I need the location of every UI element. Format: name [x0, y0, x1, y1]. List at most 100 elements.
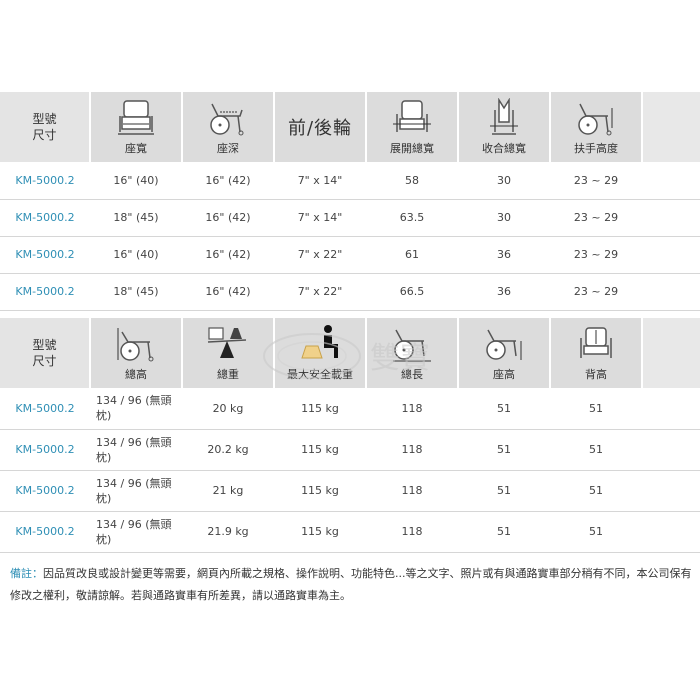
seat-width-icon	[118, 100, 154, 135]
seat-height-cell: 51	[458, 429, 550, 471]
back-height-cell: 51	[550, 511, 642, 553]
disclaimer-note: 備註：因品質改良或設計變更等需要，網頁內所載之規格、操作說明、功能特色...等之…	[10, 563, 694, 607]
wheels-cell: 7" x 14"	[274, 199, 366, 237]
model-cell: KM-5000.2	[0, 162, 90, 200]
open-width-cell: 66.5	[366, 273, 458, 311]
armrest-height-cell: 23 ~ 29	[550, 236, 642, 274]
folded-width-cell: 30	[458, 199, 550, 237]
seat-width-cell: 16" (40)	[90, 236, 182, 274]
column-label: 扶手高度	[574, 142, 618, 155]
total-height-cell: 134 / 96 (無頭枕)	[90, 429, 182, 471]
column-label: 最大安全載重	[287, 368, 353, 381]
column-label: 座寬	[125, 142, 147, 155]
seat-height-cell: 51	[458, 511, 550, 553]
model-cell: KM-5000.2	[0, 511, 90, 553]
table-row: KM-5000.2 134 / 96 (無頭枕) 20 kg 115 kg 11…	[0, 388, 700, 430]
blank-cell	[642, 236, 700, 274]
seat-width-cell: 16" (40)	[90, 162, 182, 200]
seat-depth-cell: 16" (42)	[182, 273, 274, 311]
total-height-value: 134 / 96 (無頭枕)	[96, 394, 172, 423]
total-length-cell: 118	[366, 470, 458, 512]
folded-width-cell: 36	[458, 236, 550, 274]
table-row: KM-5000.2 16" (40) 16" (42) 7" x 14" 58 …	[0, 162, 700, 200]
armrest-height-cell: 23 ~ 29	[550, 162, 642, 200]
open-width-cell: 63.5	[366, 199, 458, 237]
total-height-value: 134 / 96 (無頭枕)	[96, 435, 172, 464]
header-max-load: 最大安全載重	[274, 318, 367, 388]
blank-cell	[642, 511, 700, 553]
folded-width-icon	[490, 98, 518, 135]
total-length-cell: 118	[366, 511, 458, 553]
total-height-value: 134 / 96 (無頭枕)	[96, 476, 172, 505]
open-width-icon	[393, 100, 431, 132]
model-cell: KM-5000.2	[0, 273, 90, 311]
total-height-cell: 134 / 96 (無頭枕)	[90, 388, 182, 430]
seat-depth-cell: 16" (42)	[182, 162, 274, 200]
blank-cell	[642, 162, 700, 200]
column-label: 座深	[217, 142, 239, 155]
model-cell: KM-5000.2	[0, 236, 90, 274]
total-weight-cell: 20.2 kg	[182, 429, 274, 471]
seat-height-icon	[486, 329, 522, 360]
model-header-label: 型號	[32, 112, 57, 126]
total-weight-cell: 20 kg	[182, 388, 274, 430]
total-weight-cell: 21.9 kg	[182, 511, 274, 553]
seat-depth-cell: 16" (42)	[182, 236, 274, 274]
back-height-cell: 51	[550, 429, 642, 471]
column-label: 總長	[401, 368, 423, 381]
back-height-icon	[580, 327, 612, 358]
header-wheels: 前/後輪	[274, 92, 367, 162]
total-height-cell: 134 / 96 (無頭枕)	[90, 470, 182, 512]
back-height-cell: 51	[550, 388, 642, 430]
table2-header-row: 型號 尺寸 總高 總重 最大安全載重 總長 座高 背高	[0, 318, 700, 388]
table2-model-header: 型號 尺寸	[0, 318, 91, 388]
seat-width-cell: 18" (45)	[90, 273, 182, 311]
max-load-icon	[301, 325, 338, 359]
table-row: KM-5000.2 134 / 96 (無頭枕) 20.2 kg 115 kg …	[0, 429, 700, 471]
blank-cell	[642, 199, 700, 237]
wheels-cell: 7" x 14"	[274, 162, 366, 200]
total-height-value: 134 / 96 (無頭枕)	[96, 517, 172, 546]
max-load-cell: 115 kg	[274, 470, 366, 512]
model-header-label: 型號	[32, 338, 57, 352]
header-total-height: 總高	[90, 318, 183, 388]
header-open-width: 展開總寬	[366, 92, 459, 162]
total-length-cell: 118	[366, 429, 458, 471]
table-row: KM-5000.2 134 / 96 (無頭枕) 21 kg 115 kg 11…	[0, 470, 700, 512]
open-width-cell: 61	[366, 236, 458, 274]
column-label: 座高	[493, 368, 515, 381]
total-height-cell: 134 / 96 (無頭枕)	[90, 511, 182, 553]
size-header-label: 尺寸	[32, 128, 57, 142]
blank-cell	[642, 429, 700, 471]
size-header-label: 尺寸	[32, 354, 57, 368]
armrest-height-cell: 23 ~ 29	[550, 273, 642, 311]
seat-depth-cell: 16" (42)	[182, 199, 274, 237]
model-cell: KM-5000.2	[0, 470, 90, 512]
seat-depth-icon	[210, 103, 244, 136]
max-load-cell: 115 kg	[274, 429, 366, 471]
blank-cell	[642, 470, 700, 512]
column-label: 背高	[585, 368, 607, 381]
blank-cell	[642, 388, 700, 430]
table1-model-header: 型號 尺寸	[0, 92, 91, 162]
model-cell: KM-5000.2	[0, 388, 90, 430]
column-label: 總高	[125, 368, 147, 381]
max-load-cell: 115 kg	[274, 388, 366, 430]
total-length-icon	[393, 329, 431, 362]
weight-scale-icon	[207, 327, 247, 358]
header-blank	[642, 318, 700, 388]
table-row: KM-5000.2 18" (45) 16" (42) 7" x 14" 63.…	[0, 199, 700, 237]
folded-width-cell: 36	[458, 273, 550, 311]
seat-width-cell: 18" (45)	[90, 199, 182, 237]
header-seat-height: 座高	[458, 318, 551, 388]
model-cell: KM-5000.2	[0, 429, 90, 471]
spec-table-2: 型號 尺寸 總高 總重 最大安全載重 總長 座高 背高 KM-5000.2 13…	[0, 318, 700, 553]
wheels-cell: 7" x 22"	[274, 236, 366, 274]
back-height-cell: 51	[550, 470, 642, 512]
spec-table-1: 型號 尺寸 座寬 座深 前/後輪 展開總寬 收合總寬 扶手高度 KM-5000.…	[0, 92, 700, 311]
folded-width-cell: 30	[458, 162, 550, 200]
table-row: KM-5000.2 134 / 96 (無頭枕) 21.9 kg 115 kg …	[0, 511, 700, 553]
header-seat-width: 座寬	[90, 92, 183, 162]
note-label: 備註：	[10, 567, 43, 580]
column-label: 總重	[217, 368, 239, 381]
